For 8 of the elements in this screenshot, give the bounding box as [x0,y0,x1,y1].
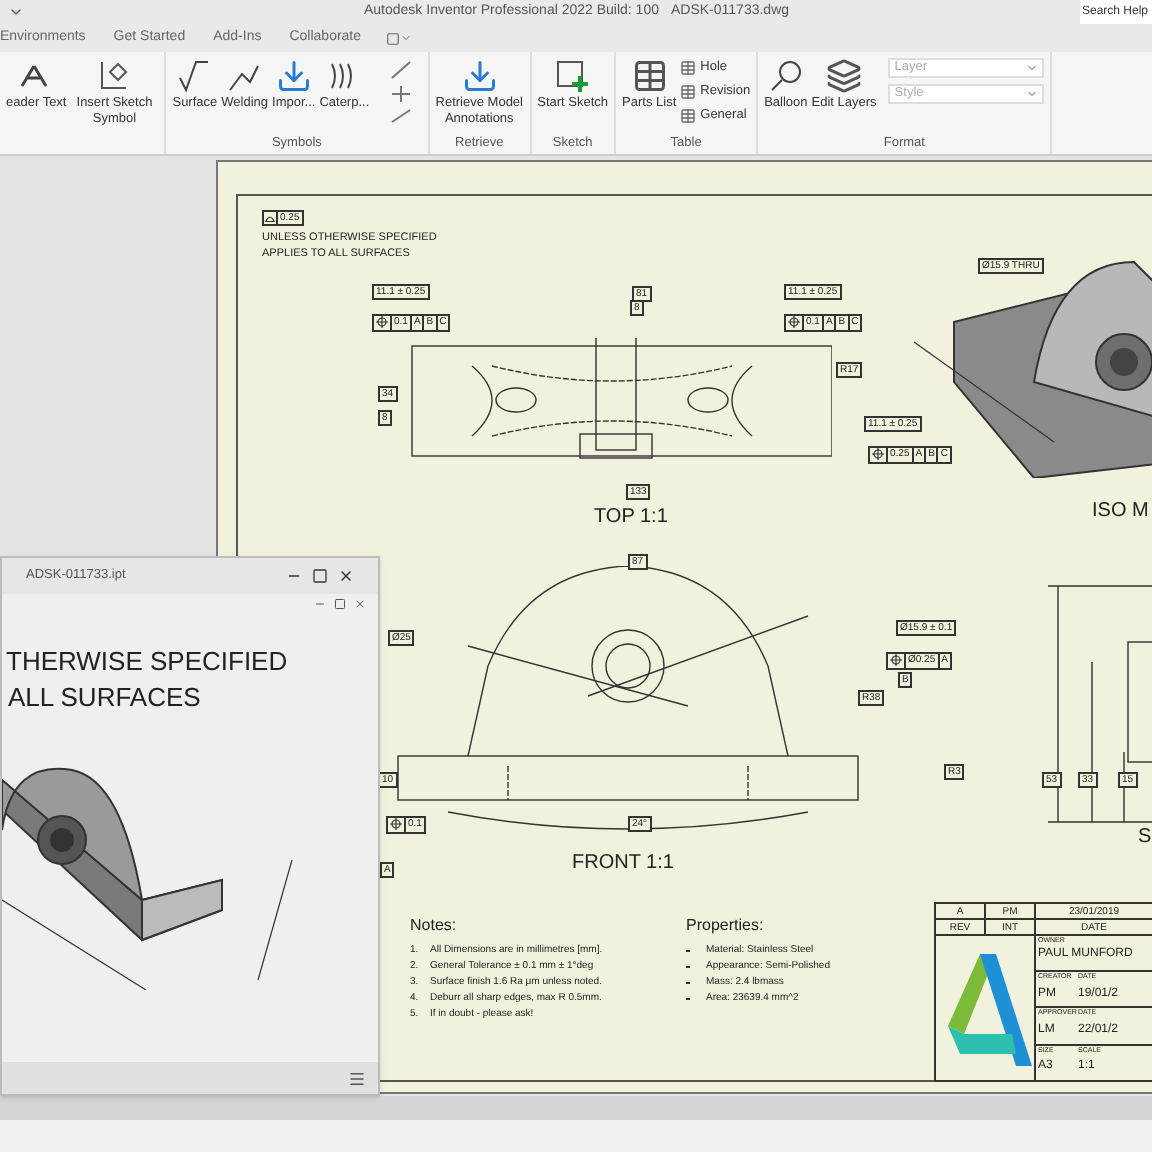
view-label: FRONT 1:1 [572,850,674,878]
view-label: S [1138,824,1152,852]
general-note: THERWISE SPECIFIED [6,644,288,680]
notes-heading: Notes: [410,914,459,938]
properties-heading: Properties: [686,914,766,938]
view-label: ISO M [1092,498,1149,526]
view-label: TOP 1:1 [594,504,668,532]
general-note: ALL SURFACES [8,680,201,716]
